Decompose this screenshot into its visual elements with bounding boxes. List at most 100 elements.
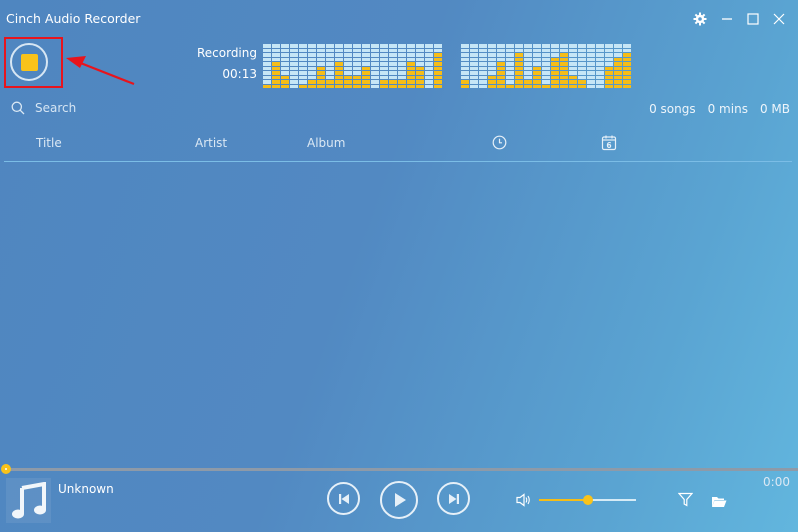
meter-segment xyxy=(263,44,271,48)
meter-segment xyxy=(263,66,271,70)
red-arrow-annotation xyxy=(66,56,135,86)
meter-segment xyxy=(290,71,298,75)
meter-segment xyxy=(542,48,550,52)
meter-segment xyxy=(317,44,325,48)
settings-button[interactable] xyxy=(691,10,709,28)
meter-segment xyxy=(407,62,415,66)
meter-segment xyxy=(614,75,622,79)
progress-bar[interactable] xyxy=(6,468,798,471)
meter-segment xyxy=(587,66,595,70)
meter-segment xyxy=(263,48,271,52)
clock-icon xyxy=(492,135,507,150)
column-artist[interactable]: Artist xyxy=(195,136,227,150)
meter-segment xyxy=(344,75,352,79)
meter-segment xyxy=(335,84,343,88)
search-field[interactable]: Search xyxy=(11,101,76,115)
close-button[interactable] xyxy=(770,10,788,28)
volume-button[interactable] xyxy=(516,492,532,511)
meter-segment xyxy=(587,53,595,57)
meter-segment xyxy=(371,75,379,79)
meter-segment xyxy=(614,57,622,61)
meter-segment xyxy=(596,57,604,61)
meter-segment xyxy=(578,44,586,48)
level-meter-right xyxy=(461,44,631,88)
album-art xyxy=(6,478,51,523)
volume-fill xyxy=(539,499,588,501)
meter-segment xyxy=(416,53,424,57)
meter-segment xyxy=(290,75,298,79)
meter-segment xyxy=(380,75,388,79)
column-duration[interactable] xyxy=(492,135,507,153)
meter-segment xyxy=(461,66,469,70)
meter-segment xyxy=(614,84,622,88)
progress-knob[interactable] xyxy=(1,464,11,474)
meter-segment xyxy=(596,71,604,75)
open-folder-button[interactable] xyxy=(711,493,727,512)
meter-segment xyxy=(524,53,532,57)
track-list[interactable] xyxy=(0,163,798,463)
meter-column xyxy=(344,44,352,88)
column-album[interactable]: Album xyxy=(307,136,345,150)
meter-segment xyxy=(389,66,397,70)
meter-segment xyxy=(425,80,433,84)
meter-segment xyxy=(479,44,487,48)
meter-column xyxy=(362,44,370,88)
meter-segment xyxy=(506,66,514,70)
meter-segment xyxy=(596,66,604,70)
speaker-icon xyxy=(516,493,530,507)
meter-segment xyxy=(560,62,568,66)
meter-segment xyxy=(308,71,316,75)
meter-segment xyxy=(425,66,433,70)
meter-segment xyxy=(551,53,559,57)
meter-segment xyxy=(623,71,631,75)
meter-segment xyxy=(551,57,559,61)
meter-segment xyxy=(263,71,271,75)
column-title[interactable]: Title xyxy=(36,136,62,150)
meter-segment xyxy=(317,48,325,52)
meter-segment xyxy=(308,66,316,70)
next-button[interactable] xyxy=(437,482,470,515)
meter-column xyxy=(281,44,289,88)
app-title: Cinch Audio Recorder xyxy=(6,11,141,26)
music-note-icon xyxy=(11,481,46,518)
maximize-button[interactable] xyxy=(744,10,762,28)
volume-knob[interactable] xyxy=(582,495,593,505)
meter-segment xyxy=(542,84,550,88)
meter-segment xyxy=(587,44,595,48)
meter-segment xyxy=(515,53,523,57)
meter-segment xyxy=(299,80,307,84)
meter-segment xyxy=(488,75,496,79)
filter-icon xyxy=(677,492,694,507)
meter-segment xyxy=(272,48,280,52)
filter-button[interactable] xyxy=(677,492,694,511)
previous-button[interactable] xyxy=(327,482,360,515)
meter-segment xyxy=(281,66,289,70)
meter-segment xyxy=(560,66,568,70)
meter-segment xyxy=(326,62,334,66)
meter-segment xyxy=(335,44,343,48)
meter-segment xyxy=(263,62,271,66)
meter-segment xyxy=(326,84,334,88)
stop-record-button[interactable] xyxy=(10,43,48,81)
meter-segment xyxy=(506,48,514,52)
songs-count: 0 songs xyxy=(649,102,696,116)
minimize-button[interactable] xyxy=(718,10,736,28)
meter-segment xyxy=(407,53,415,57)
play-button[interactable] xyxy=(380,481,418,519)
meter-segment xyxy=(488,48,496,52)
meter-segment xyxy=(551,44,559,48)
meter-segment xyxy=(488,71,496,75)
meter-segment xyxy=(308,62,316,66)
meter-column xyxy=(524,44,532,88)
meter-segment xyxy=(344,48,352,52)
meter-segment xyxy=(605,57,613,61)
column-date[interactable]: 6 xyxy=(601,134,617,154)
meter-segment xyxy=(506,71,514,75)
meter-segment xyxy=(587,75,595,79)
meter-segment xyxy=(560,71,568,75)
meter-column xyxy=(371,44,379,88)
gear-icon xyxy=(693,12,707,26)
meter-segment xyxy=(362,57,370,61)
meter-segment xyxy=(371,80,379,84)
meter-segment xyxy=(506,80,514,84)
